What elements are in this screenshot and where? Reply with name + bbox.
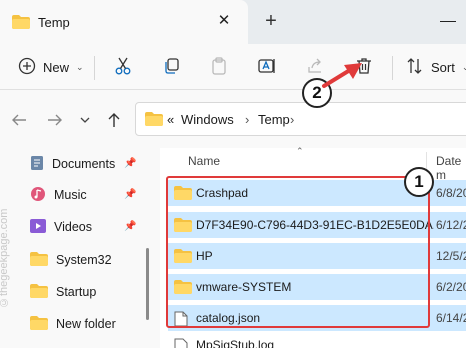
sort-label: Sort <box>431 60 455 75</box>
watermark: ©thegeekpage.com <box>0 208 10 308</box>
back-arrow-icon[interactable] <box>10 112 28 128</box>
selection-highlight-box <box>166 176 430 328</box>
document-file-icon <box>174 338 188 348</box>
breadcrumb-windows[interactable]: Windows <box>181 112 234 127</box>
file-row-mpsigstub-log[interactable]: MpSigStub.log <box>168 336 466 348</box>
column-divider[interactable] <box>426 152 427 170</box>
music-icon <box>30 186 46 205</box>
sidebar-item-label: System32 <box>56 253 112 267</box>
file-date: 6/14/2 <box>436 311 466 325</box>
pin-icon[interactable]: 📌 <box>124 221 136 232</box>
up-arrow-icon[interactable] <box>105 112 123 128</box>
sort-ascending-icon: ⌃ <box>296 146 304 156</box>
file-date: 12/5/2 <box>436 249 466 263</box>
close-tab-icon[interactable]: ✕ <box>214 11 234 31</box>
sidebar-item-label: Music <box>54 188 87 202</box>
sidebar-item-label: Startup <box>56 285 97 299</box>
new-label: New <box>43 60 70 75</box>
sidebar-item-label: New folder <box>56 317 116 331</box>
tab-temp[interactable]: Temp ✕ <box>0 0 248 44</box>
forward-arrow-icon[interactable] <box>46 112 64 128</box>
cut-icon[interactable] <box>114 57 132 75</box>
step-badge-1: 1 <box>404 167 434 197</box>
folder-icon <box>30 283 48 301</box>
folder-icon <box>145 112 163 129</box>
sort-icon <box>406 57 424 78</box>
documents-icon <box>30 155 44 174</box>
plus-circle-icon <box>18 57 36 78</box>
folder-icon <box>12 15 30 29</box>
minimize-button[interactable] <box>440 21 456 22</box>
sidebar-item-system32[interactable]: System32 <box>30 249 150 271</box>
breadcrumb-separator[interactable]: › <box>245 112 249 127</box>
new-tab-button[interactable]: + <box>261 10 281 32</box>
chevron-down-icon: ⌄ <box>461 62 466 72</box>
breadcrumb-separator[interactable]: › <box>290 112 294 127</box>
column-header-name[interactable]: Name <box>188 154 220 168</box>
recent-chevron-icon[interactable] <box>76 112 94 128</box>
address-bar[interactable]: « Windows › Temp › <box>135 102 466 136</box>
sidebar-scrollbar[interactable] <box>146 248 149 320</box>
folder-icon <box>30 251 48 269</box>
tab-label: Temp <box>38 15 70 30</box>
file-date: 6/12/2 <box>436 218 466 232</box>
sidebar-item-label: Videos <box>54 220 92 234</box>
toolbar-divider <box>392 56 393 80</box>
rename-icon[interactable] <box>258 57 276 75</box>
sort-button[interactable]: Sort ⌄ <box>406 57 466 78</box>
breadcrumb-temp[interactable]: Temp <box>258 112 290 127</box>
file-date: 6/8/20 <box>436 186 466 200</box>
chevron-down-icon: ⌄ <box>76 62 84 72</box>
paste-icon[interactable] <box>210 57 228 75</box>
sidebar-item-startup[interactable]: Startup <box>30 281 150 303</box>
sidebar-item-label: Documents <box>52 157 116 171</box>
column-header-date[interactable]: Date m <box>436 154 466 182</box>
copy-icon[interactable] <box>163 57 181 75</box>
pin-icon[interactable]: 📌 <box>124 189 136 200</box>
toolbar-divider <box>94 56 95 80</box>
pin-icon[interactable]: 📌 <box>124 158 136 169</box>
sidebar-item-new-folder[interactable]: New folder <box>30 313 150 335</box>
file-date: 6/2/20 <box>436 280 466 294</box>
annotation-arrow-icon <box>322 63 362 88</box>
new-button[interactable]: New ⌄ <box>18 57 84 78</box>
overflow-chevrons[interactable]: « <box>167 112 174 127</box>
videos-icon <box>30 218 46 236</box>
file-name: MpSigStub.log <box>196 338 275 348</box>
title-bar: Temp ✕ + <box>0 0 466 44</box>
folder-icon <box>30 315 48 333</box>
